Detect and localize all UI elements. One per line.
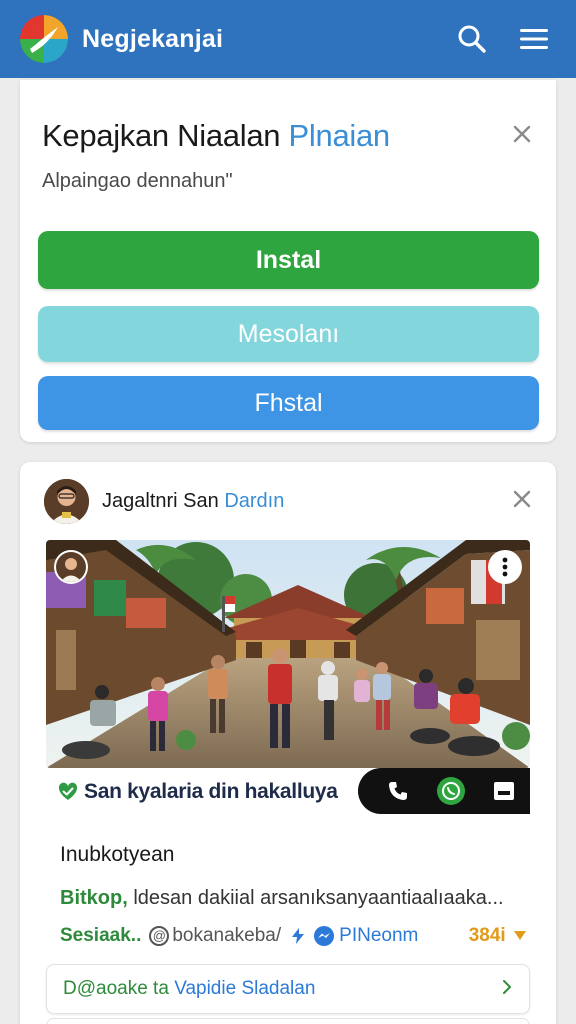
related-link-accent: Vapidie Sladalan [174, 978, 316, 999]
install-card-title: Kepajkan Niaalan Plnaian [42, 118, 390, 154]
post-author-name[interactable]: Jagaltnri San Dardın [102, 490, 284, 513]
hamburger-menu-icon[interactable] [512, 17, 556, 61]
lightning-icon [292, 928, 305, 944]
secondary-button[interactable]: Mesolanı [38, 306, 539, 362]
post-card: Jagaltnri San Dardın San kyalaria din ha… [20, 462, 556, 1024]
search-icon[interactable] [450, 17, 494, 61]
media-caption: San kyalaria din hakalluya [84, 780, 338, 803]
app-title: Negjekanjai [82, 24, 224, 53]
post-count[interactable]: 384i [469, 925, 526, 947]
author-avatar[interactable] [44, 479, 89, 524]
media-action-bar [358, 768, 530, 814]
more-vertical-icon[interactable] [488, 550, 522, 584]
post-media-image[interactable] [46, 540, 530, 768]
post-source[interactable]: Sesiaak.. [60, 925, 141, 947]
bookmark-icon[interactable] [489, 776, 519, 806]
install-card-title-accent: Plnaian [288, 118, 391, 153]
post-description-text: ldesan dakiial arsanıksanyaantiaalıaaka.… [133, 887, 504, 909]
post-platform-text: PINeonm [339, 925, 419, 946]
next-item-peek [46, 1018, 530, 1024]
chevron-right-icon [501, 978, 513, 1001]
close-icon[interactable] [508, 485, 536, 513]
at-sign-icon: @ [149, 926, 170, 946]
post-description: Bitkop, ldesan dakiial arsanıksanyaantia… [60, 887, 530, 910]
media-caption-bar: San kyalaria din hakalluya [46, 768, 530, 814]
media-author-avatar[interactable] [54, 550, 88, 584]
install-button[interactable]: Instal [38, 231, 539, 289]
post-handle[interactable]: @ bokanakeba/ [149, 925, 281, 947]
verified-check-icon [58, 782, 78, 802]
post-handle-text: bokanakeba/ [172, 925, 282, 946]
related-link-main: D@aoake ta [63, 978, 169, 999]
caret-down-icon [514, 931, 526, 940]
install-prompt-card: Kepajkan Niaalan Plnaian Alpaingao denna… [20, 80, 556, 442]
whatsapp-icon[interactable] [436, 776, 466, 806]
messenger-icon [314, 926, 335, 946]
post-heading: Inubkotyean [60, 843, 175, 866]
install-card-subtitle: Alpaingao dennahun" [42, 170, 233, 192]
app-header: Negjekanjai [0, 0, 576, 78]
post-author-main: Jagaltnri San [102, 490, 219, 512]
phone-icon[interactable] [383, 776, 413, 806]
close-icon[interactable] [508, 120, 536, 148]
post-platform[interactable]: PINeonm [289, 925, 418, 947]
tertiary-button[interactable]: Fhstal [38, 376, 539, 430]
related-link-text: D@aoake ta Vapidie Sladalan [63, 978, 315, 1000]
post-description-lead: Bitkop, [60, 887, 128, 909]
related-link-row[interactable]: D@aoake ta Vapidie Sladalan [46, 964, 530, 1014]
post-author-accent: Dardın [224, 490, 285, 512]
swirl-logo-icon [20, 15, 68, 63]
install-card-title-main: Kepajkan Niaalan [42, 118, 281, 153]
post-count-text: 384i [468, 925, 506, 946]
post-meta-row: Sesiaak.. @ bokanakeba/ PINeonm 384i [60, 922, 526, 950]
